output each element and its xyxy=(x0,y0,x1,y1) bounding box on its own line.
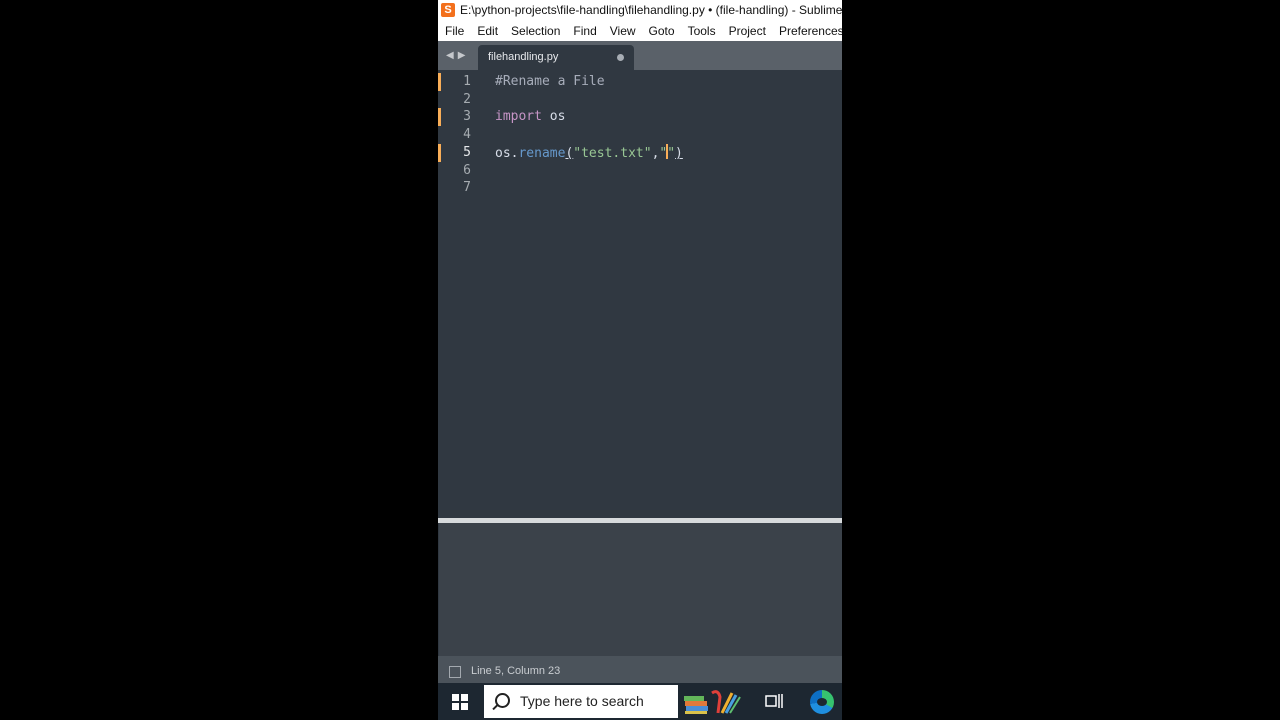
keyword-import: import xyxy=(495,109,542,124)
code-paren-close: ) xyxy=(675,146,683,161)
line-number: 2 xyxy=(463,92,471,107)
menu-edit[interactable]: Edit xyxy=(470,21,504,41)
tab-navigation: ◀ ▶ xyxy=(446,41,469,70)
menu-bar: File Edit Selection Find View Goto Tools Projec… xyxy=(438,21,842,41)
code-editor[interactable]: 1 #Rename a File 2 3 import os 4 5 os.re… xyxy=(438,70,842,518)
search-icon xyxy=(495,693,510,708)
windows-taskbar: Type here to search xyxy=(438,683,842,720)
menu-project[interactable]: Project xyxy=(722,21,772,41)
code-line[interactable]: 2 xyxy=(438,91,842,109)
menu-goto[interactable]: Goto xyxy=(642,21,681,41)
status-bar: Line 5, Column 23 xyxy=(438,656,842,683)
code-object: os. xyxy=(495,146,519,161)
sublime-icon: S xyxy=(441,3,455,17)
line-number: 4 xyxy=(463,127,471,142)
taskbar-search-box[interactable]: Type here to search xyxy=(484,685,678,718)
menu-file[interactable]: File xyxy=(438,21,470,41)
books-icon[interactable] xyxy=(682,689,744,715)
task-view-icon[interactable] xyxy=(765,693,783,709)
menu-view[interactable]: View xyxy=(603,21,642,41)
code-line[interactable]: 7 xyxy=(438,179,842,197)
code-quote-close: " xyxy=(667,146,676,161)
edge-icon[interactable] xyxy=(810,690,834,714)
code-line[interactable]: 6 xyxy=(438,162,842,180)
window-title: E:\python-projects\file-handling\filehan… xyxy=(460,3,842,17)
menu-preferences[interactable]: Preferences xyxy=(772,21,842,41)
code-text: os.rename("test.txt","") xyxy=(495,144,683,163)
line-number: 3 xyxy=(463,109,471,124)
code-string: "test.txt" xyxy=(573,146,652,161)
tab-bar: ◀ ▶ filehandling.py xyxy=(438,41,842,70)
menu-find[interactable]: Find xyxy=(566,21,602,41)
output-panel[interactable] xyxy=(439,523,842,656)
tab-label: filehandling.py xyxy=(488,51,559,63)
code-comment: #Rename a File xyxy=(495,74,605,89)
sublime-window: S E:\python-projects\file-handling\fileh… xyxy=(438,0,842,720)
nav-forward-icon[interactable]: ▶ xyxy=(458,50,466,61)
line-number: 6 xyxy=(463,163,471,178)
menu-tools[interactable]: Tools xyxy=(681,21,722,41)
code-line[interactable]: 3 import os xyxy=(438,108,842,126)
menu-selection[interactable]: Selection xyxy=(504,21,566,41)
line-number: 7 xyxy=(463,180,471,195)
code-line-active[interactable]: 5 os.rename("test.txt","") xyxy=(438,144,842,162)
nav-back-icon[interactable]: ◀ xyxy=(446,50,454,61)
code-line[interactable]: 1 #Rename a File xyxy=(438,73,842,91)
panel-toggle-icon[interactable] xyxy=(449,666,461,678)
line-number: 1 xyxy=(463,74,471,89)
search-placeholder: Type here to search xyxy=(520,693,644,709)
code-identifier: os xyxy=(541,109,566,124)
title-bar: S E:\python-projects\file-handling\fileh… xyxy=(438,0,842,21)
code-line[interactable]: 4 xyxy=(438,126,842,144)
code-text: import os xyxy=(495,108,565,126)
unsaved-dot-icon[interactable] xyxy=(617,54,624,61)
tab-filehandling[interactable]: filehandling.py xyxy=(478,45,634,70)
code-function: rename xyxy=(518,146,566,161)
line-number: 5 xyxy=(463,145,471,160)
windows-start-icon[interactable] xyxy=(452,694,468,710)
